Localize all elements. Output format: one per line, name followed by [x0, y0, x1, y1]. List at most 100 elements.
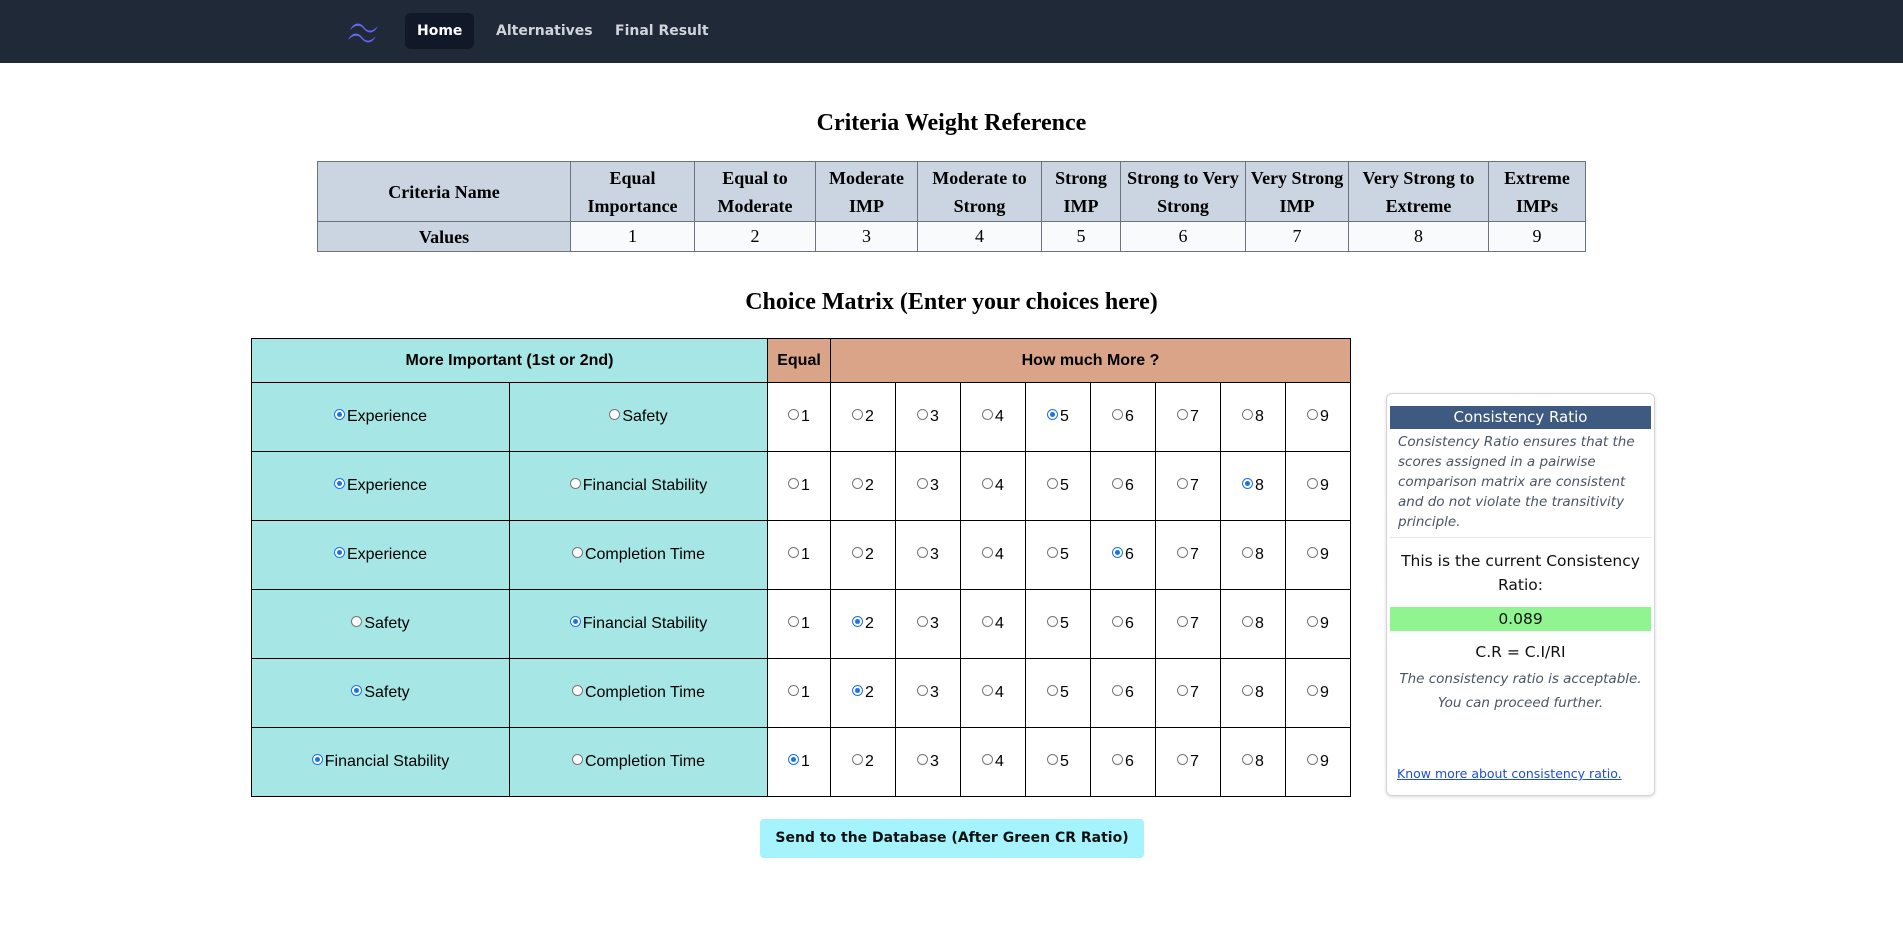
scale-option[interactable]: 4: [960, 727, 1026, 797]
criterion-option-first[interactable]: Experience: [251, 520, 510, 590]
criterion-option-second[interactable]: Financial Stability: [509, 589, 768, 659]
scale-radio[interactable]: [852, 685, 864, 697]
scale-option[interactable]: 4: [960, 589, 1026, 659]
scale-radio[interactable]: [1177, 478, 1189, 490]
scale-option[interactable]: 9: [1285, 589, 1351, 659]
scale-option[interactable]: 9: [1285, 727, 1351, 797]
scale-radio[interactable]: [1177, 754, 1189, 766]
criterion-radio[interactable]: [333, 547, 345, 559]
scale-option[interactable]: 4: [960, 382, 1026, 452]
criterion-radio[interactable]: [351, 685, 363, 697]
scale-option[interactable]: 2: [830, 520, 896, 590]
scale-radio[interactable]: [1047, 616, 1059, 628]
scale-option[interactable]: 6: [1090, 451, 1156, 521]
criterion-option-first[interactable]: Financial Stability: [251, 727, 510, 797]
criterion-radio[interactable]: [569, 616, 581, 628]
scale-radio[interactable]: [1242, 685, 1254, 697]
nav-final-result[interactable]: Final Result: [603, 13, 721, 49]
send-to-database-button[interactable]: Send to the Database (After Green CR Rat…: [760, 819, 1144, 858]
scale-radio[interactable]: [1177, 547, 1189, 559]
scale-option[interactable]: 7: [1155, 658, 1221, 728]
scale-option[interactable]: 1: [767, 727, 831, 797]
criterion-radio[interactable]: [333, 478, 345, 490]
scale-option[interactable]: 7: [1155, 727, 1221, 797]
scale-radio[interactable]: [1177, 409, 1189, 421]
criterion-option-first[interactable]: Experience: [251, 451, 510, 521]
scale-option[interactable]: 2: [830, 589, 896, 659]
scale-radio[interactable]: [852, 754, 864, 766]
scale-option[interactable]: 3: [895, 727, 961, 797]
scale-option[interactable]: 2: [830, 727, 896, 797]
criterion-option-first[interactable]: Safety: [251, 658, 510, 728]
scale-radio[interactable]: [1242, 409, 1254, 421]
scale-radio[interactable]: [1112, 478, 1124, 490]
scale-radio[interactable]: [1307, 754, 1319, 766]
scale-radio[interactable]: [917, 409, 929, 421]
scale-option[interactable]: 1: [767, 451, 831, 521]
criterion-radio[interactable]: [311, 754, 323, 766]
scale-option[interactable]: 7: [1155, 589, 1221, 659]
scale-option[interactable]: 1: [767, 520, 831, 590]
scale-radio[interactable]: [917, 547, 929, 559]
scale-radio[interactable]: [1242, 616, 1254, 628]
nav-alternatives[interactable]: Alternatives: [484, 13, 605, 49]
scale-radio[interactable]: [917, 754, 929, 766]
criterion-option-second[interactable]: Completion Time: [509, 520, 768, 590]
scale-option[interactable]: 9: [1285, 520, 1351, 590]
scale-radio[interactable]: [1177, 616, 1189, 628]
criterion-radio[interactable]: [609, 409, 621, 421]
scale-option[interactable]: 4: [960, 658, 1026, 728]
scale-radio[interactable]: [917, 616, 929, 628]
scale-option[interactable]: 6: [1090, 658, 1156, 728]
scale-option[interactable]: 1: [767, 658, 831, 728]
scale-radio[interactable]: [788, 685, 800, 697]
scale-option[interactable]: 2: [830, 382, 896, 452]
scale-radio[interactable]: [1112, 547, 1124, 559]
criterion-option-second[interactable]: Completion Time: [509, 727, 768, 797]
scale-option[interactable]: 5: [1025, 658, 1091, 728]
scale-radio[interactable]: [1047, 754, 1059, 766]
scale-radio[interactable]: [1242, 754, 1254, 766]
tailwind-wave-icon[interactable]: [344, 16, 384, 46]
scale-radio[interactable]: [1112, 616, 1124, 628]
scale-radio[interactable]: [1047, 547, 1059, 559]
scale-radio[interactable]: [1242, 478, 1254, 490]
scale-radio[interactable]: [852, 616, 864, 628]
criterion-radio[interactable]: [571, 754, 583, 766]
scale-option[interactable]: 3: [895, 520, 961, 590]
scale-radio[interactable]: [982, 754, 994, 766]
scale-option[interactable]: 9: [1285, 658, 1351, 728]
scale-option[interactable]: 7: [1155, 520, 1221, 590]
scale-radio[interactable]: [1112, 685, 1124, 697]
scale-radio[interactable]: [852, 478, 864, 490]
scale-radio[interactable]: [1047, 409, 1059, 421]
scale-radio[interactable]: [788, 754, 800, 766]
criterion-option-second[interactable]: Safety: [509, 382, 768, 452]
scale-radio[interactable]: [982, 547, 994, 559]
scale-radio[interactable]: [1177, 685, 1189, 697]
consistency-info-link[interactable]: Know more about consistency ratio.: [1397, 766, 1622, 781]
scale-radio[interactable]: [1242, 547, 1254, 559]
nav-home[interactable]: Home: [405, 13, 475, 49]
scale-radio[interactable]: [852, 409, 864, 421]
scale-radio[interactable]: [1112, 409, 1124, 421]
scale-radio[interactable]: [982, 478, 994, 490]
scale-radio[interactable]: [1307, 685, 1319, 697]
scale-option[interactable]: 8: [1220, 451, 1286, 521]
scale-radio[interactable]: [1307, 478, 1319, 490]
scale-option[interactable]: 4: [960, 451, 1026, 521]
scale-option[interactable]: 6: [1090, 382, 1156, 452]
scale-option[interactable]: 1: [767, 382, 831, 452]
scale-radio[interactable]: [982, 616, 994, 628]
scale-radio[interactable]: [917, 478, 929, 490]
criterion-option-second[interactable]: Financial Stability: [509, 451, 768, 521]
criterion-radio[interactable]: [351, 616, 363, 628]
scale-option[interactable]: 7: [1155, 451, 1221, 521]
criterion-radio[interactable]: [571, 547, 583, 559]
scale-option[interactable]: 1: [767, 589, 831, 659]
scale-option[interactable]: 5: [1025, 451, 1091, 521]
scale-option[interactable]: 3: [895, 658, 961, 728]
scale-option[interactable]: 3: [895, 451, 961, 521]
scale-option[interactable]: 7: [1155, 382, 1221, 452]
criterion-option-first[interactable]: Experience: [251, 382, 510, 452]
